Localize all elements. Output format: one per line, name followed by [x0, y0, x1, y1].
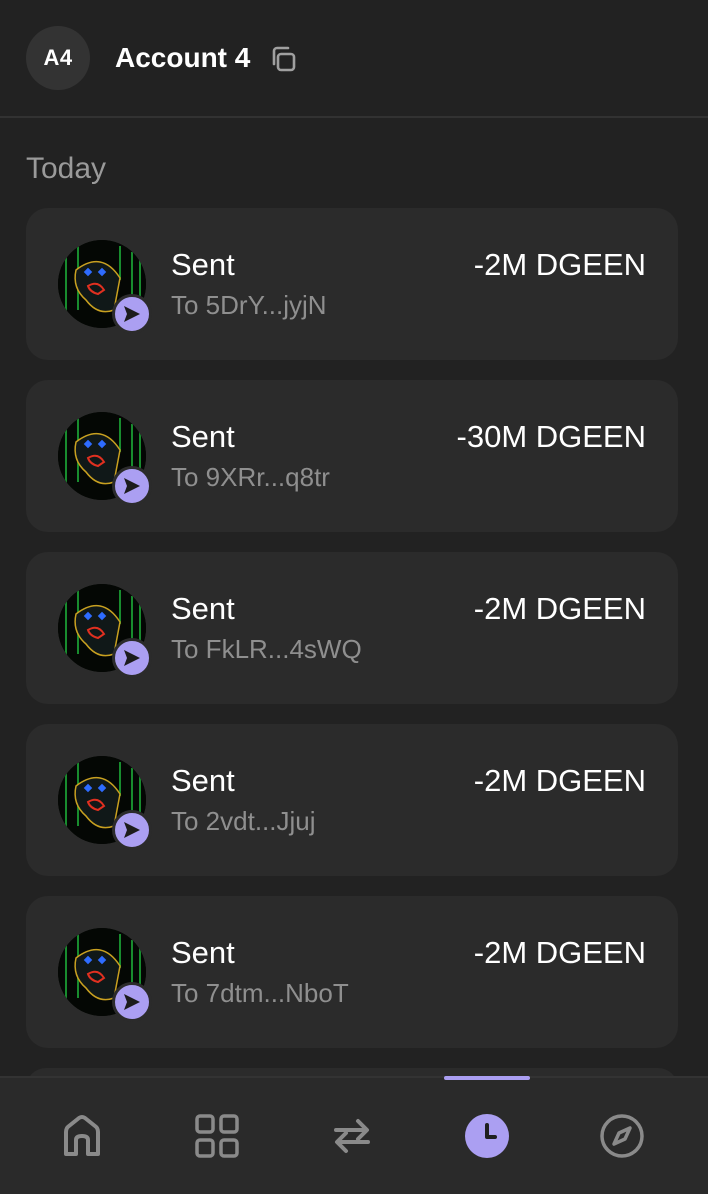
- transaction-amount: -2M DGEEN: [473, 591, 646, 626]
- home-icon: [64, 1115, 100, 1156]
- nav-home[interactable]: [22, 1078, 142, 1194]
- transaction-recipient: To FkLR...4sWQ: [171, 634, 362, 664]
- transaction-title: Sent: [171, 419, 235, 454]
- send-arrow-icon: [124, 994, 140, 1010]
- account-avatar[interactable]: A4: [26, 26, 90, 90]
- send-arrow-icon: [124, 306, 140, 322]
- activity-clock-icon: [465, 1114, 509, 1158]
- transaction-recipient: To 5DrY...jyjN: [171, 290, 327, 320]
- send-badge: [112, 466, 152, 506]
- transaction-amount: -2M DGEEN: [473, 247, 646, 282]
- token-image: [58, 240, 152, 334]
- transaction-recipient: To 9XRr...q8tr: [171, 462, 330, 492]
- transaction-amount: -30M DGEEN: [456, 419, 646, 454]
- nav-activity[interactable]: [427, 1078, 547, 1194]
- nav-apps[interactable]: [157, 1078, 277, 1194]
- transaction-amount: -2M DGEEN: [473, 935, 646, 970]
- section-label-today: Today: [26, 152, 107, 185]
- nav-explore[interactable]: [562, 1078, 682, 1194]
- transaction-title: Sent: [171, 935, 235, 970]
- bottom-nav: [0, 1076, 708, 1194]
- transaction-item[interactable]: Sent To 9XRr...q8tr -30M DGEEN: [26, 380, 678, 532]
- send-badge: [112, 294, 152, 334]
- transaction-title: Sent: [171, 763, 235, 798]
- token-image: [58, 412, 152, 506]
- token-image: [58, 756, 152, 850]
- account-header: A4 Account 4: [0, 0, 708, 118]
- explore-compass-icon: [600, 1114, 644, 1158]
- transaction-item[interactable]: Sent To 2vdt...Jjuj -2M DGEEN: [26, 724, 678, 876]
- transaction-item[interactable]: Sent To 5DrY...jyjN -2M DGEEN: [26, 208, 678, 360]
- swap-icon: [334, 1119, 370, 1153]
- transaction-recipient: To 2vdt...Jjuj: [171, 806, 316, 836]
- transaction-item[interactable]: Sent To FkLR...4sWQ -2M DGEEN: [26, 552, 678, 704]
- transaction-title: Sent: [171, 591, 235, 626]
- transaction-item[interactable]: Sent To 7dtm...NboT -2M DGEEN: [26, 896, 678, 1048]
- transaction-recipient: To 7dtm...NboT: [171, 978, 349, 1008]
- token-image: [58, 584, 152, 678]
- transaction-amount: -2M DGEEN: [473, 763, 646, 798]
- transaction-title: Sent: [171, 247, 235, 282]
- apps-grid-icon: [195, 1114, 239, 1158]
- send-badge: [112, 810, 152, 850]
- transaction-list: Sent To 5DrY...jyjN -2M DGEEN Sent To 9X…: [26, 208, 678, 1108]
- copy-icon[interactable]: [268, 44, 298, 74]
- send-badge: [112, 982, 152, 1022]
- token-image: [58, 928, 152, 1022]
- send-arrow-icon: [124, 650, 140, 666]
- send-arrow-icon: [124, 478, 140, 494]
- nav-swap[interactable]: [292, 1078, 412, 1194]
- wallet-activity-screen: A4 Account 4 Today Sent To 5DrY...jyjN -…: [0, 0, 708, 1194]
- account-name[interactable]: Account 4: [115, 40, 250, 76]
- send-badge: [112, 638, 152, 678]
- send-arrow-icon: [124, 822, 140, 838]
